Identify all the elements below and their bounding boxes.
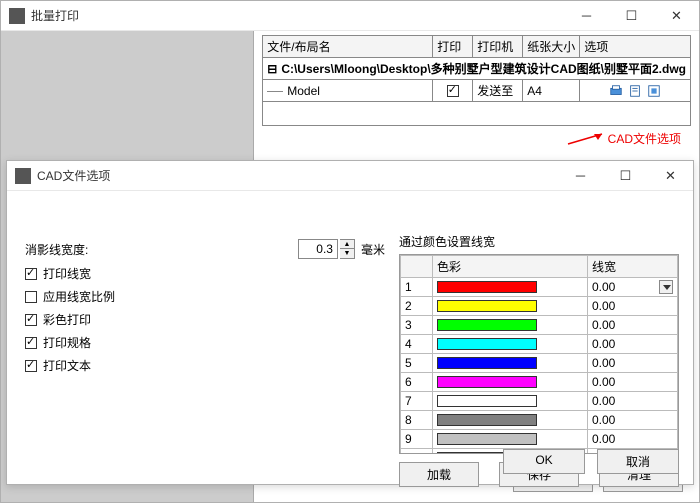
option-checkbox[interactable] <box>25 360 37 372</box>
color-row[interactable]: 10.00 <box>401 278 678 297</box>
line-width-stepper[interactable]: ▲▼ <box>340 239 355 259</box>
color-row[interactable]: 20.00 <box>401 297 678 316</box>
line-width-input[interactable]: 0.3 <box>298 239 338 259</box>
color-swatch <box>437 433 537 445</box>
line-width-cell[interactable]: 0.00 <box>588 316 678 335</box>
option-4[interactable]: 打印文本 <box>25 357 385 374</box>
line-width-cell[interactable]: 0.00 <box>588 430 678 449</box>
option-checkbox[interactable] <box>25 291 37 303</box>
main-titlebar: 批量打印 ─ ☐ ✕ <box>1 1 699 31</box>
main-title: 批量打印 <box>31 7 564 24</box>
line-width-cell[interactable]: 0.00 <box>588 354 678 373</box>
option-1[interactable]: 应用线宽比例 <box>25 288 385 305</box>
dialog-titlebar: CAD文件选项 ─ ☐ ✕ <box>7 161 693 191</box>
printer-icon[interactable] <box>609 84 623 98</box>
color-swatch <box>437 376 537 388</box>
color-row[interactable]: 60.00 <box>401 373 678 392</box>
dialog-icon <box>15 168 31 184</box>
option-3[interactable]: 打印规格 <box>25 334 385 351</box>
color-row[interactable]: 90.00 <box>401 430 678 449</box>
close-button[interactable]: ✕ <box>654 1 699 30</box>
dialog-maximize-button[interactable]: ☐ <box>603 161 648 190</box>
cad-options-dialog: CAD文件选项 ─ ☐ ✕ 消影线宽度: 0.3 ▲▼ 毫米 打印线宽应用线宽比… <box>6 160 694 485</box>
options-icon[interactable] <box>647 84 661 98</box>
color-swatch <box>437 319 537 331</box>
color-swatch <box>437 414 537 426</box>
color-table[interactable]: 色彩 线宽 10.0020.0030.0040.0050.0060.0070.0… <box>399 254 679 454</box>
option-label: 应用线宽比例 <box>43 288 115 305</box>
line-width-cell[interactable]: 0.00 <box>588 335 678 354</box>
dropdown-icon[interactable] <box>659 280 673 294</box>
dialog-minimize-button[interactable]: ─ <box>558 161 603 190</box>
color-swatch <box>437 281 537 293</box>
table-empty-row <box>263 102 691 126</box>
option-checkbox[interactable] <box>25 314 37 326</box>
load-button[interactable]: 加载 <box>399 462 479 487</box>
page-setup-icon[interactable] <box>628 84 642 98</box>
color-swatch <box>437 300 537 312</box>
minimize-button[interactable]: ─ <box>564 1 609 30</box>
line-width-cell[interactable]: 0.00 <box>588 411 678 430</box>
arrow-icon <box>564 132 606 148</box>
color-swatch <box>437 395 537 407</box>
option-label: 彩色打印 <box>43 311 91 328</box>
dialog-title: CAD文件选项 <box>37 167 558 184</box>
color-row[interactable]: 40.00 <box>401 335 678 354</box>
layout-row[interactable]: Model 发送至 A4 <box>263 80 691 102</box>
ok-button[interactable]: OK <box>503 449 585 474</box>
color-row[interactable]: 70.00 <box>401 392 678 411</box>
option-checkbox[interactable] <box>25 268 37 280</box>
layout-table: 文件/布局名 打印 打印机 纸张大小 选项 ⊟C:\Users\Mloong\D… <box>262 35 691 126</box>
option-label: 打印规格 <box>43 334 91 351</box>
app-icon <box>9 8 25 24</box>
line-width-cell[interactable]: 0.00 <box>588 278 678 297</box>
callout-label: CAD文件选项 <box>262 130 691 148</box>
color-section-title: 通过颜色设置线宽 <box>399 233 679 250</box>
option-checkbox[interactable] <box>25 337 37 349</box>
print-checkbox[interactable] <box>447 85 459 97</box>
dialog-close-button[interactable]: ✕ <box>648 161 693 190</box>
color-row[interactable]: 50.00 <box>401 354 678 373</box>
line-width-cell[interactable]: 0.00 <box>588 297 678 316</box>
option-label: 打印线宽 <box>43 265 91 282</box>
maximize-button[interactable]: ☐ <box>609 1 654 30</box>
cancel-button[interactable]: 取消 <box>597 449 679 474</box>
table-header-row: 文件/布局名 打印 打印机 纸张大小 选项 <box>263 36 691 58</box>
color-swatch <box>437 338 537 350</box>
line-width-cell[interactable]: 0.00 <box>588 373 678 392</box>
file-row[interactable]: ⊟C:\Users\Mloong\Desktop\多种别墅户型建筑设计CAD图纸… <box>263 58 691 80</box>
hidden-line-width-field: 消影线宽度: 0.3 ▲▼ 毫米 <box>25 239 385 259</box>
option-2[interactable]: 彩色打印 <box>25 311 385 328</box>
line-width-cell[interactable]: 0.00 <box>588 392 678 411</box>
color-swatch <box>437 357 537 369</box>
option-label: 打印文本 <box>43 357 91 374</box>
color-row[interactable]: 30.00 <box>401 316 678 335</box>
color-row[interactable]: 80.00 <box>401 411 678 430</box>
option-0[interactable]: 打印线宽 <box>25 265 385 282</box>
